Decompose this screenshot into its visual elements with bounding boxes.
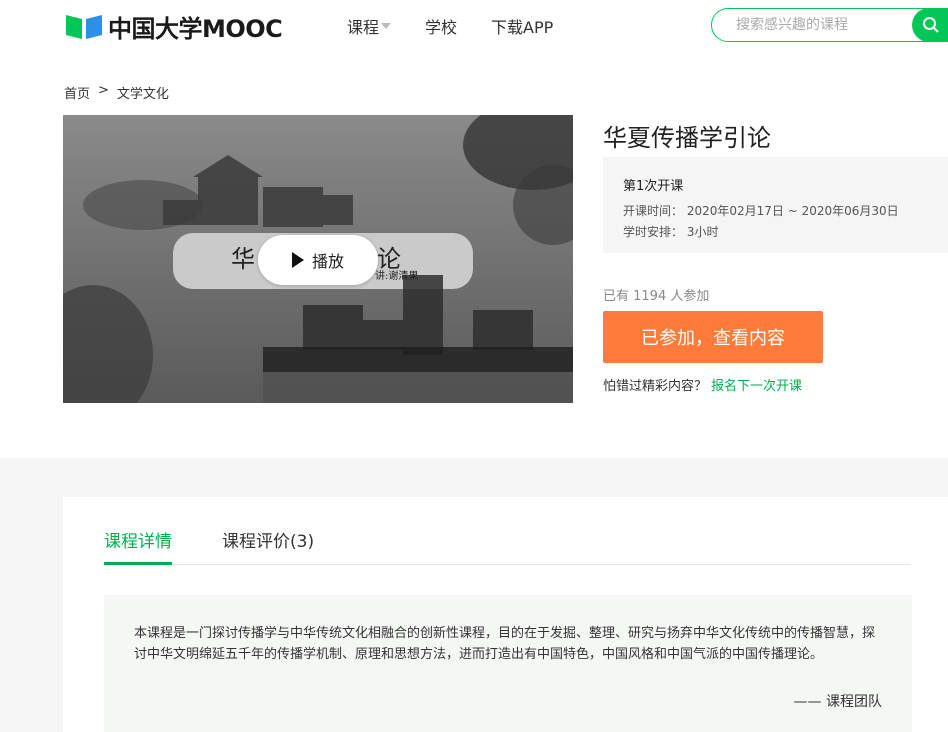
logo-text: 中国大学MOOC — [108, 14, 283, 43]
main-nav: 课程 学校 下载APP — [347, 14, 587, 38]
tab-course-details[interactable]: 课程详情 — [104, 527, 172, 565]
chevron-down-icon — [381, 23, 392, 29]
term-time-label: 开课时间： — [623, 204, 684, 218]
term-hours-label: 学时安排： — [623, 225, 684, 239]
course-detail-card: 课程详情 课程评价(3) 本课程是一门探讨传播学与中华传统文化相融合的创新性课程… — [63, 497, 948, 732]
detail-tabs: 课程详情 课程评价(3) — [104, 527, 911, 565]
next-term-prompt: 怕错过精彩内容？ 报名下一次开课 — [603, 375, 802, 394]
nav-courses[interactable]: 课程 — [347, 14, 392, 38]
term-hours-value: 3小时 — [686, 225, 719, 239]
play-label: 播放 — [311, 252, 344, 271]
video-author-fragment: 讲:谢清果 — [375, 271, 419, 282]
nav-schools-label: 学校 — [425, 18, 458, 37]
enroll-next-term-link[interactable]: 报名下一次开课 — [711, 379, 802, 394]
top-header: 中国大学MOOC 课程 学校 下载APP — [0, 0, 948, 56]
term-name: 第1次开课 — [623, 179, 684, 194]
term-time-value: 2020年02月17日 ~ 2020年06月30日 — [686, 204, 899, 218]
participant-count: 已有 1194 人参加 — [603, 289, 710, 304]
tab-course-reviews[interactable]: 课程评价(3) — [222, 527, 314, 565]
video-title-fragment-left: 华 — [231, 245, 255, 273]
term-hours: 学时安排： 3小时 — [623, 223, 718, 240]
breadcrumb-category[interactable]: 文学文化 — [117, 83, 169, 102]
nav-courses-label: 课程 — [347, 18, 380, 37]
site-logo[interactable]: 中国大学MOOC — [64, 10, 283, 43]
nav-schools[interactable]: 学校 — [425, 14, 457, 38]
nav-download-app-label: 下载APP — [491, 18, 554, 37]
view-content-button[interactable]: 已参加，查看内容 — [603, 311, 823, 363]
course-description: 本课程是一门探讨传播学与中华传统文化相融合的创新性课程，目的在于发掘、整理、研究… — [134, 626, 876, 662]
breadcrumb: 首页 > 文学文化 — [64, 83, 177, 102]
course-description-box: 本课程是一门探讨传播学与中华传统文化相融合的创新性课程，目的在于发掘、整理、研究… — [104, 595, 912, 732]
course-title: 华夏传播学引论 — [603, 124, 771, 152]
description-signature: —— 课程团队 — [793, 694, 882, 710]
term-info-box: 第1次开课 开课时间： 2020年02月17日 ~ 2020年06月30日 学时… — [603, 157, 948, 253]
breadcrumb-home[interactable]: 首页 — [64, 83, 90, 102]
search-box — [711, 8, 948, 42]
nav-download-app[interactable]: 下载APP — [491, 14, 553, 38]
course-video-player[interactable]: 华 论 讲:谢清果 播放 — [63, 115, 573, 403]
breadcrumb-separator: > — [98, 83, 109, 98]
play-button[interactable]: 播放 — [258, 235, 378, 285]
search-icon — [923, 17, 939, 33]
search-button[interactable] — [912, 8, 948, 42]
next-term-prompt-text: 怕错过精彩内容？ — [603, 379, 708, 394]
search-input[interactable] — [736, 17, 906, 33]
logo-book-icon — [64, 11, 104, 41]
term-time: 开课时间： 2020年02月17日 ~ 2020年06月30日 — [623, 202, 899, 219]
play-icon — [291, 252, 304, 268]
